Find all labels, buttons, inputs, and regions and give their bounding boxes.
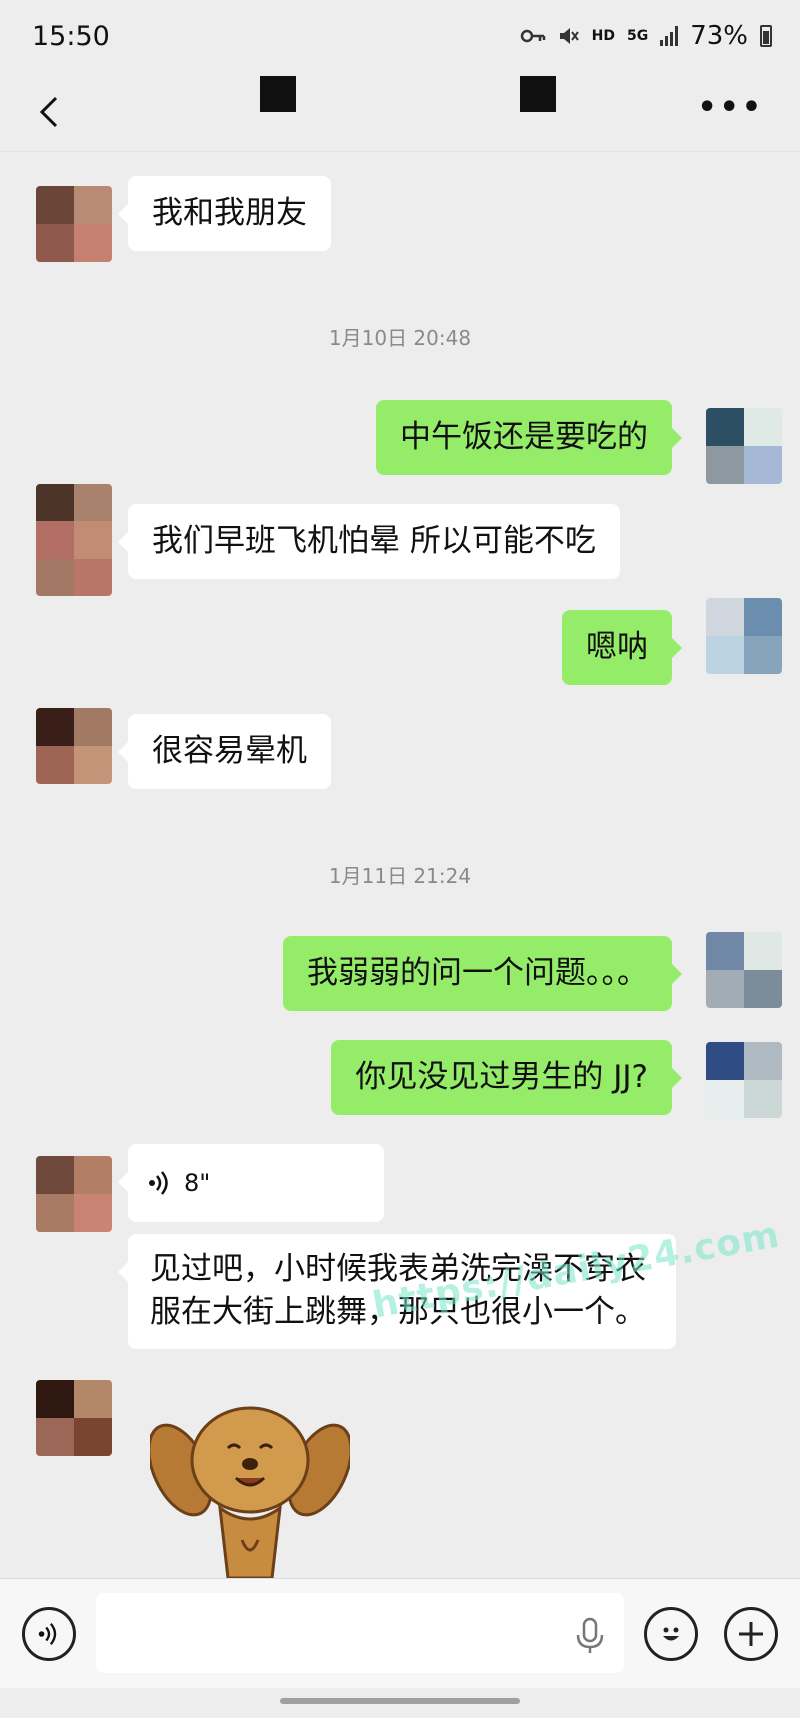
outgoing-message[interactable]: 中午饭还是要吃的 — [376, 400, 682, 476]
voice-duration: 8" — [184, 1169, 211, 1197]
voice-icon — [38, 1623, 57, 1645]
voice-input-toggle-button[interactable] — [22, 1607, 76, 1661]
network-5g-indicator: 5G — [626, 28, 649, 44]
contact-avatar[interactable] — [36, 1380, 112, 1456]
outgoing-message[interactable]: 我弱弱的问一个问题。。。 — [283, 936, 682, 1012]
timestamp: 1月11日 21:24 — [328, 864, 472, 888]
emoji-button[interactable] — [644, 1607, 698, 1661]
status-icons: HD 5G 73% — [520, 21, 772, 51]
incoming-message[interactable]: 很容易晕机 — [118, 714, 331, 790]
my-avatar[interactable] — [706, 408, 782, 484]
more-actions-button[interactable] — [724, 1607, 778, 1661]
timestamp: 1月10日 20:48 — [328, 326, 472, 350]
my-avatar[interactable] — [706, 932, 782, 1008]
back-arrow-icon[interactable] — [30, 92, 70, 132]
emoji-icon — [663, 1627, 679, 1641]
home-indicator[interactable] — [280, 1698, 520, 1704]
battery-percent: 73% — [690, 21, 748, 51]
dog-sticker[interactable] — [150, 1400, 350, 1578]
my-avatar[interactable] — [706, 598, 782, 674]
signal-icon — [660, 26, 679, 46]
battery-icon — [760, 25, 772, 47]
incoming-message[interactable]: 我和我朋友 — [118, 176, 331, 252]
more-options-icon[interactable]: ••• — [697, 90, 764, 125]
hd-indicator: HD — [591, 28, 615, 44]
status-bar: 15:50 HD 5G 73% — [0, 0, 800, 72]
redacted-name-block — [260, 76, 296, 112]
chat-header: ••• — [0, 72, 800, 152]
status-time: 15:50 — [32, 20, 110, 52]
incoming-message[interactable]: 我们早班飞机怕晕 所以可能不吃 — [118, 504, 620, 580]
contact-avatar[interactable] — [36, 484, 112, 596]
input-bar — [0, 1578, 800, 1688]
voice-message[interactable]: 8" — [118, 1144, 384, 1222]
plus-icon — [739, 1622, 763, 1646]
outgoing-message[interactable]: 你见没见过男生的 JJ? — [331, 1040, 682, 1116]
contact-avatar[interactable] — [36, 186, 112, 262]
mute-icon — [559, 28, 579, 44]
voice-wave-icon — [149, 1171, 168, 1195]
microphone-icon[interactable] — [570, 1615, 610, 1655]
my-avatar[interactable] — [706, 1042, 782, 1118]
contact-avatar[interactable] — [36, 708, 112, 784]
outgoing-message[interactable]: 嗯呐 — [562, 610, 682, 686]
key-icon — [520, 29, 545, 43]
contact-avatar[interactable] — [36, 1156, 112, 1232]
message-input[interactable] — [96, 1593, 624, 1673]
redacted-name-block — [520, 76, 556, 112]
